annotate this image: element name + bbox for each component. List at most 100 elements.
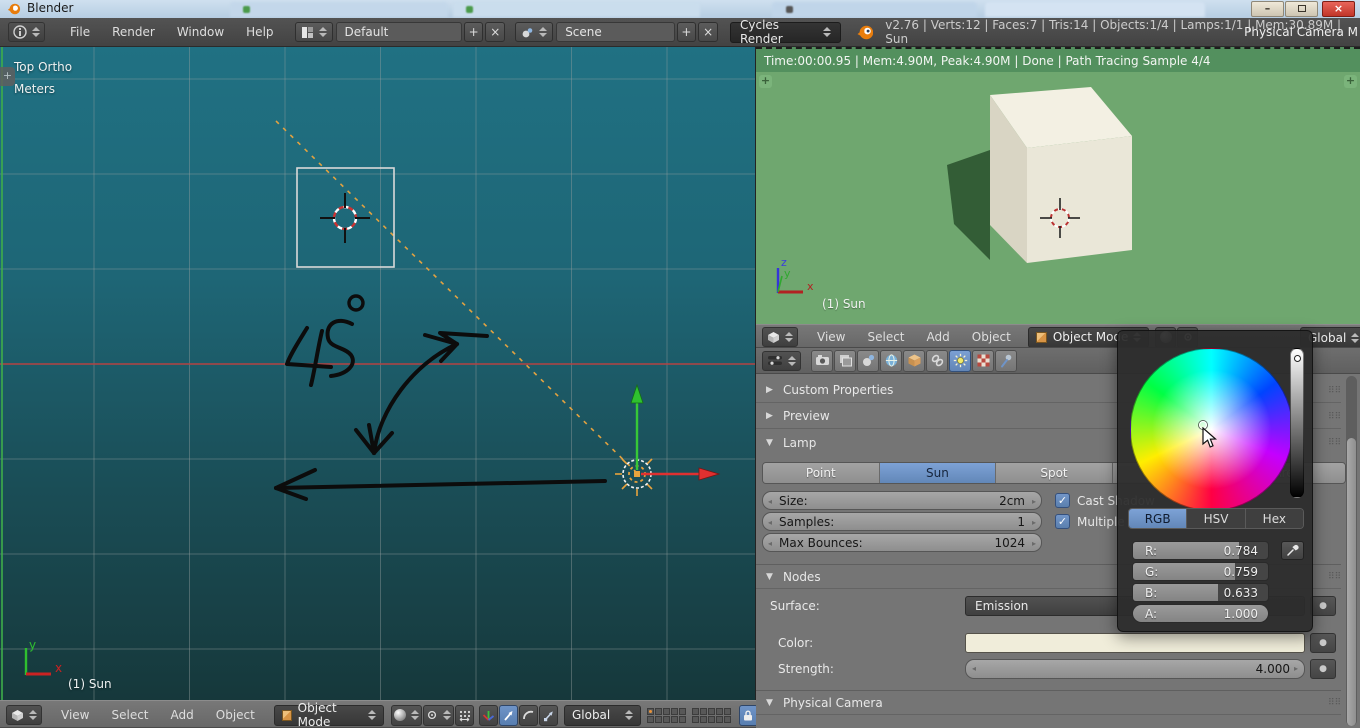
decrement-arrow-icon[interactable]: ◂ — [768, 518, 772, 527]
interaction-mode-dropdown[interactable]: Object Mode — [274, 705, 385, 726]
scene-field[interactable]: Scene — [556, 22, 674, 42]
tab-constraints[interactable] — [926, 350, 948, 372]
maximize-button[interactable] — [1285, 1, 1318, 17]
menu-help[interactable]: Help — [235, 25, 284, 39]
add-scene-button[interactable]: + — [677, 22, 697, 42]
tab-texture[interactable] — [972, 350, 994, 372]
lamp-samples-field[interactable]: ◂ Samples: 1 ▸ — [762, 512, 1042, 531]
decrement-arrow-icon[interactable]: ◂ — [768, 497, 772, 506]
viewport-3d-top-ortho[interactable]: y x Top Ortho Meters (1) Sun + — [0, 47, 756, 700]
increment-arrow-icon[interactable]: ▸ — [1032, 518, 1036, 527]
menu-view[interactable]: View — [50, 708, 100, 722]
increment-arrow-icon[interactable]: ▸ — [1294, 664, 1298, 673]
checkbox-check-icon[interactable]: ✓ — [1055, 514, 1070, 529]
tab-render-layers[interactable] — [834, 350, 856, 372]
lock-to-scene-button[interactable] — [739, 705, 756, 726]
value-slider[interactable] — [1290, 348, 1304, 498]
collapse-arrow-icon[interactable]: ▼ — [766, 572, 783, 582]
tab-render[interactable] — [811, 350, 833, 372]
manipulator-translate-button[interactable] — [499, 705, 518, 726]
scene-stepper[interactable] — [539, 27, 547, 37]
tab-rgb[interactable]: RGB — [1129, 509, 1187, 528]
manipulator-scale-button[interactable] — [539, 705, 558, 726]
editor-type-button[interactable] — [762, 327, 798, 347]
lamp-type-point[interactable]: Point — [763, 463, 880, 483]
editor-type-button[interactable] — [6, 705, 42, 725]
menu-render[interactable]: Render — [101, 25, 166, 39]
delete-layout-button[interactable]: × — [485, 22, 505, 42]
editor-stepper[interactable] — [32, 27, 40, 37]
screen-layout-field[interactable]: Default — [336, 22, 462, 42]
tab-world[interactable] — [880, 350, 902, 372]
panel-drag-handle[interactable]: ⠿⠿ — [1328, 412, 1341, 422]
decrement-arrow-icon[interactable]: ◂ — [768, 539, 772, 548]
manipulator-axes-button[interactable] — [479, 705, 498, 726]
collapse-arrow-icon[interactable]: ▶ — [766, 385, 783, 395]
value-slider-marker[interactable] — [1294, 355, 1301, 362]
transform-orientation-dropdown[interactable]: Global — [564, 705, 641, 726]
green-slider[interactable]: G: 0.759 — [1132, 562, 1269, 581]
translate-manipulator-x-axis[interactable] — [641, 468, 719, 480]
tab-object-data-lamp[interactable] — [949, 350, 971, 372]
render-result-view[interactable]: z y x (1) Sun + + — [756, 72, 1360, 324]
decrement-arrow-icon[interactable]: ◂ — [972, 664, 976, 673]
editor-stepper[interactable] — [788, 356, 796, 366]
minimize-button[interactable]: – — [1251, 1, 1284, 17]
checkbox-check-icon[interactable]: ✓ — [1055, 493, 1070, 508]
menu-window[interactable]: Window — [166, 25, 235, 39]
tab-hex[interactable]: Hex — [1246, 509, 1303, 528]
region-expand-button[interactable]: + — [759, 75, 772, 88]
scene-icon-button[interactable] — [515, 22, 553, 42]
viewport-shading-dropdown[interactable] — [391, 705, 422, 726]
screen-layout-icon-button[interactable] — [295, 22, 333, 42]
editor-stepper[interactable] — [785, 332, 793, 342]
menu-object[interactable]: Object — [961, 330, 1022, 344]
panel-drag-handle[interactable]: ⠿⠿ — [1328, 438, 1341, 448]
editor-type-button[interactable] — [8, 22, 45, 42]
menu-object[interactable]: Object — [205, 708, 266, 722]
cube-wireframe[interactable] — [297, 168, 394, 267]
collapse-arrow-icon[interactable]: ▼ — [766, 698, 783, 708]
eyedropper-button[interactable] — [1281, 541, 1304, 560]
layer-buttons-group-2[interactable] — [692, 708, 731, 723]
collapse-arrow-icon[interactable]: ▶ — [766, 411, 783, 421]
pivot-point-dropdown[interactable] — [423, 705, 454, 726]
alpha-slider[interactable]: A: 1.000 — [1132, 604, 1269, 623]
menu-select[interactable]: Select — [856, 330, 915, 344]
scrollbar-thumb[interactable] — [1347, 438, 1356, 726]
render-engine-dropdown[interactable]: Cycles Render — [730, 22, 841, 43]
tab-scene[interactable] — [857, 350, 879, 372]
strength-slider[interactable]: ◂ 4.000 ▸ — [965, 659, 1305, 679]
collapse-arrow-icon[interactable]: ▼ — [766, 438, 783, 448]
layout-stepper[interactable] — [319, 27, 327, 37]
emission-color-swatch[interactable] — [965, 633, 1305, 653]
blue-slider[interactable]: B: 0.633 — [1132, 583, 1269, 602]
delete-scene-button[interactable]: × — [698, 22, 718, 42]
region-expand-button[interactable]: + — [1344, 75, 1357, 88]
manipulator-rotate-button[interactable] — [519, 705, 538, 726]
surface-keyframe-button[interactable]: ● — [1310, 596, 1336, 616]
menu-add[interactable]: Add — [916, 330, 961, 344]
cursor-3d[interactable] — [320, 193, 370, 243]
red-slider[interactable]: R: 0.784 — [1132, 541, 1269, 560]
panel-drag-handle[interactable]: ⠿⠿ — [1328, 698, 1341, 708]
translate-manipulator-y-axis[interactable] — [631, 385, 643, 470]
menu-add[interactable]: Add — [160, 708, 205, 722]
add-layout-button[interactable]: + — [464, 22, 484, 42]
layer-buttons-group-1[interactable] — [647, 708, 686, 723]
tab-object[interactable] — [903, 350, 925, 372]
color-keyframe-button[interactable]: ● — [1310, 633, 1336, 653]
increment-arrow-icon[interactable]: ▸ — [1032, 539, 1036, 548]
lamp-type-sun[interactable]: Sun — [880, 463, 997, 483]
increment-arrow-icon[interactable]: ▸ — [1032, 497, 1036, 506]
panel-drag-handle[interactable]: ⠿⠿ — [1328, 572, 1341, 582]
close-button[interactable]: × — [1322, 1, 1355, 17]
panel-drag-handle[interactable]: ⠿⠿ — [1328, 386, 1341, 396]
editor-stepper[interactable] — [29, 710, 37, 720]
properties-scrollbar[interactable] — [1346, 376, 1357, 726]
tab-hsv[interactable]: HSV — [1187, 509, 1245, 528]
menu-file[interactable]: File — [59, 25, 101, 39]
region-expand-button[interactable]: + — [0, 67, 15, 86]
lamp-max-bounces-field[interactable]: ◂ Max Bounces: 1024 ▸ — [762, 533, 1042, 552]
snap-toggle-button[interactable] — [455, 705, 474, 726]
